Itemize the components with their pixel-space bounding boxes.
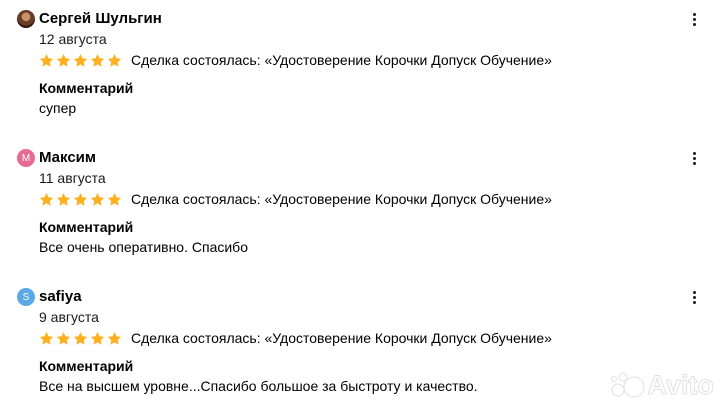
deal-text: Сделка состоялась: «Удостоверение Корочк… xyxy=(131,191,552,207)
deal-text: Сделка состоялась: «Удостоверение Корочк… xyxy=(131,330,552,346)
review-card: Сергей Шульгин 12 августа Сделка состоял… xyxy=(0,0,720,125)
author-name[interactable]: Максим xyxy=(39,148,96,168)
more-vertical-icon xyxy=(692,151,696,155)
star-icon xyxy=(107,53,122,67)
star-icon xyxy=(73,53,88,67)
review-author[interactable]: М Максим xyxy=(17,148,96,168)
review-card: М Максим 11 августа Сделка состоялась: «… xyxy=(0,139,720,264)
avatar-letter: S xyxy=(22,291,30,303)
more-options-button[interactable] xyxy=(688,287,700,307)
deal-text: Сделка состоялась: «Удостоверение Корочк… xyxy=(131,52,552,68)
avito-logo-icon xyxy=(610,372,644,398)
rating-stars xyxy=(39,192,122,207)
review-date: 12 августа xyxy=(39,31,107,47)
rating-stars xyxy=(39,331,122,346)
watermark-text: Avito xyxy=(647,370,714,401)
rating-stars xyxy=(39,53,122,68)
review-date: 11 августа xyxy=(39,170,106,186)
star-icon xyxy=(56,53,71,67)
avatar[interactable]: М xyxy=(17,149,35,167)
star-icon xyxy=(107,331,122,345)
deal-row: Сделка состоялась: «Удостоверение Корочк… xyxy=(39,50,552,70)
deal-row: Сделка состоялась: «Удостоверение Корочк… xyxy=(39,189,552,209)
author-name[interactable]: Сергей Шульгин xyxy=(39,9,162,29)
comment-label: Комментарий xyxy=(39,80,134,96)
comment-text: Все очень оперативно. Спасибо xyxy=(39,239,248,255)
review-author[interactable]: Сергей Шульгин xyxy=(17,9,162,29)
author-name[interactable]: safiya xyxy=(39,287,82,307)
more-options-button[interactable] xyxy=(688,148,700,168)
avatar-letter: М xyxy=(21,152,31,164)
star-icon xyxy=(90,53,105,67)
comment-label: Комментарий xyxy=(39,219,134,235)
review-date: 9 августа xyxy=(39,309,99,325)
comment-label: Комментарий xyxy=(39,358,134,374)
watermark: Avito xyxy=(610,370,714,401)
star-icon xyxy=(56,331,71,345)
more-vertical-icon xyxy=(692,12,696,16)
star-icon xyxy=(90,331,105,345)
review-author[interactable]: S safiya xyxy=(17,287,82,307)
deal-row: Сделка состоялась: «Удостоверение Корочк… xyxy=(39,328,552,348)
star-icon xyxy=(90,192,105,206)
comment-text: супер xyxy=(39,100,77,116)
avatar[interactable] xyxy=(17,10,35,28)
more-vertical-icon xyxy=(692,290,696,294)
more-options-button[interactable] xyxy=(688,9,700,29)
star-icon xyxy=(39,192,54,206)
star-icon xyxy=(39,331,54,345)
star-icon xyxy=(39,53,54,67)
avatar[interactable]: S xyxy=(17,288,35,306)
comment-text: Все на высшем уровне...Спасибо большое з… xyxy=(39,378,478,394)
star-icon xyxy=(56,192,71,206)
star-icon xyxy=(107,192,122,206)
star-icon xyxy=(73,192,88,206)
star-icon xyxy=(73,331,88,345)
